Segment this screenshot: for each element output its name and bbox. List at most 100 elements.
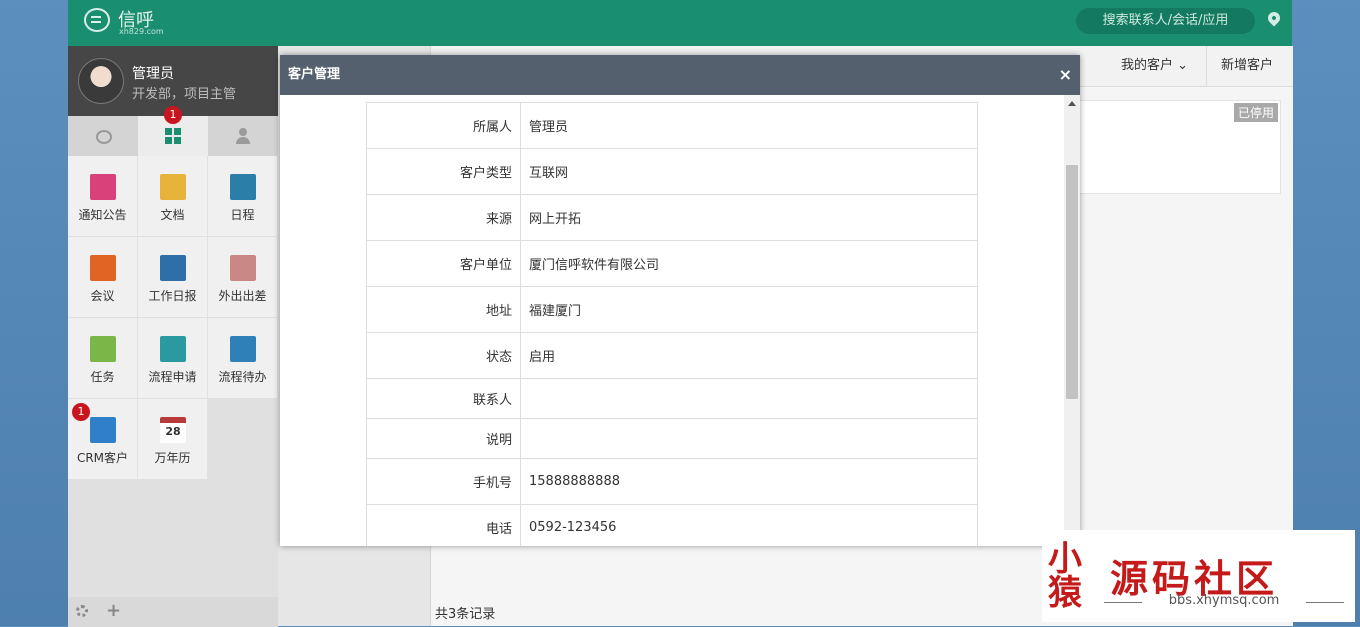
app-label: 任务 bbox=[90, 370, 115, 384]
detail-row: 所属人 管理员 bbox=[366, 102, 978, 149]
sidebar-tabs: 1 bbox=[68, 106, 278, 156]
app-label: 万年历 bbox=[154, 451, 191, 465]
top-bar: 信呼 xh829.com 搜索联系人/会话/应用 bbox=[68, 0, 1292, 46]
meeting-icon bbox=[90, 255, 116, 281]
calendar-icon: 28 bbox=[160, 417, 186, 443]
dialog-scrollbar[interactable] bbox=[1064, 95, 1080, 546]
tab-chat[interactable] bbox=[68, 116, 138, 156]
field-value: 互联网 bbox=[520, 148, 978, 195]
app-calendar[interactable]: 28 万年历 bbox=[138, 399, 207, 479]
app-label: CRM客户 bbox=[76, 451, 129, 465]
gear-icon[interactable] bbox=[76, 605, 88, 617]
field-value: 启用 bbox=[520, 332, 978, 379]
user-dept: 开发部，项目主管 bbox=[132, 87, 237, 102]
watermark-seal: 小猿 bbox=[1048, 539, 1082, 613]
app-label: 工作日报 bbox=[148, 289, 197, 303]
tab-apps[interactable]: 1 bbox=[138, 106, 208, 156]
close-icon[interactable]: × bbox=[1059, 55, 1072, 95]
app-label: 流程待办 bbox=[218, 370, 267, 384]
logo-subtext: xh829.com bbox=[119, 27, 164, 36]
field-label: 客户单位 bbox=[366, 240, 521, 287]
scrollbar-thumb[interactable] bbox=[1066, 165, 1078, 399]
detail-row: 状态 启用 bbox=[366, 332, 978, 379]
apps-badge: 1 bbox=[164, 106, 182, 124]
field-label: 状态 bbox=[366, 332, 521, 379]
app-label: 日程 bbox=[230, 208, 255, 222]
app-schedule[interactable]: 日程 bbox=[208, 156, 277, 236]
field-value bbox=[520, 378, 978, 419]
app-task[interactable]: 任务 bbox=[68, 318, 137, 398]
field-value bbox=[520, 418, 978, 459]
add-customer-button[interactable]: 新增客户 bbox=[1206, 46, 1273, 86]
folder-icon bbox=[160, 174, 186, 200]
field-value: 福建厦门 bbox=[520, 286, 978, 333]
app-label: 流程申请 bbox=[148, 370, 197, 384]
dialog-body: 所属人 管理员 客户类型 互联网 来源 网上开拓 客户单位 厦门信呼软件有限公司 地址福… bbox=[280, 95, 1065, 546]
field-value: 厦门信呼软件有限公司 bbox=[520, 240, 978, 287]
chat-logo-icon bbox=[84, 8, 110, 32]
tab-contacts[interactable] bbox=[208, 116, 278, 156]
chevron-down-icon: ⌄ bbox=[1177, 58, 1189, 73]
detail-row: 客户类型 互联网 bbox=[366, 148, 978, 195]
field-label: 手机号 bbox=[366, 458, 521, 505]
watermark: 小猿 源码社区 bbs.xhymsq.com bbox=[1042, 530, 1355, 622]
field-value: 网上开拓 bbox=[520, 194, 978, 241]
app-flow-todo[interactable]: 流程待办 bbox=[208, 318, 277, 398]
plus-icon[interactable]: + bbox=[106, 600, 121, 621]
watermark-url: bbs.xhymsq.com bbox=[1104, 593, 1344, 608]
flow-todo-icon bbox=[230, 336, 256, 362]
announcement-icon bbox=[90, 174, 116, 200]
schedule-icon bbox=[230, 174, 256, 200]
detail-row: 地址 福建厦门 bbox=[366, 286, 978, 333]
field-value: 0592-123456 bbox=[520, 504, 978, 546]
dialog-title: 客户管理 bbox=[288, 67, 341, 82]
crm-badge: 1 bbox=[72, 403, 90, 421]
field-label: 地址 bbox=[366, 286, 521, 333]
customer-dialog: 客户管理 × 所属人 管理员 客户类型 互联网 来源 网上开拓 客户单位 厦门信呼软件有… bbox=[280, 55, 1080, 546]
customer-detail-table: 所属人 管理员 客户类型 互联网 来源 网上开拓 客户单位 厦门信呼软件有限公司 地址福… bbox=[366, 102, 978, 546]
app-label: 会议 bbox=[90, 289, 115, 303]
sidebar-footer: + bbox=[68, 597, 278, 627]
my-customers-dropdown[interactable]: 我的客户 ⌄ bbox=[1121, 46, 1188, 86]
crm-icon bbox=[90, 417, 116, 443]
task-icon bbox=[90, 336, 116, 362]
detail-row: 电话 0592-123456 bbox=[366, 504, 978, 546]
location-pin-icon[interactable] bbox=[1265, 9, 1283, 27]
field-value: 管理员 bbox=[520, 102, 978, 149]
field-value: 15888888888 bbox=[520, 458, 978, 505]
detail-row: 来源 网上开拓 bbox=[366, 194, 978, 241]
field-label: 说明 bbox=[366, 418, 521, 459]
status-badge: 已停用 bbox=[1233, 103, 1278, 122]
field-label: 所属人 bbox=[366, 102, 521, 149]
field-label: 电话 bbox=[366, 504, 521, 546]
app-label: 外出出差 bbox=[218, 289, 267, 303]
app-label: 通知公告 bbox=[78, 208, 127, 222]
app-flow-apply[interactable]: 流程申请 bbox=[138, 318, 207, 398]
detail-row: 客户单位 厦门信呼软件有限公司 bbox=[366, 240, 978, 287]
field-label: 联系人 bbox=[366, 378, 521, 419]
report-icon bbox=[160, 255, 186, 281]
search-input[interactable]: 搜索联系人/会话/应用 bbox=[1076, 8, 1255, 34]
scroll-up-arrow-icon[interactable] bbox=[1068, 101, 1076, 106]
app-travel[interactable]: 外出出差 bbox=[208, 237, 277, 317]
detail-row: 联系人 bbox=[366, 378, 978, 419]
app-meeting[interactable]: 会议 bbox=[68, 237, 137, 317]
record-count: 共3条记录 bbox=[435, 607, 496, 622]
my-customers-label: 我的客户 bbox=[1121, 58, 1174, 73]
app-label: 文档 bbox=[160, 208, 185, 222]
flow-apply-icon bbox=[160, 336, 186, 362]
app-notice[interactable]: 通知公告 bbox=[68, 156, 137, 236]
chat-icon bbox=[96, 130, 112, 144]
field-label: 客户类型 bbox=[366, 148, 521, 195]
app-daily-report[interactable]: 工作日报 bbox=[138, 237, 207, 317]
apps-grid-icon bbox=[165, 128, 181, 144]
person-icon bbox=[235, 128, 251, 144]
app-docs[interactable]: 文档 bbox=[138, 156, 207, 236]
avatar[interactable] bbox=[78, 58, 124, 104]
dialog-header: 客户管理 × bbox=[280, 55, 1080, 95]
detail-row: 说明 bbox=[366, 418, 978, 459]
user-name: 管理员 bbox=[132, 66, 174, 82]
app-crm[interactable]: CRM客户 1 bbox=[68, 399, 137, 479]
field-label: 来源 bbox=[366, 194, 521, 241]
travel-icon bbox=[230, 255, 256, 281]
